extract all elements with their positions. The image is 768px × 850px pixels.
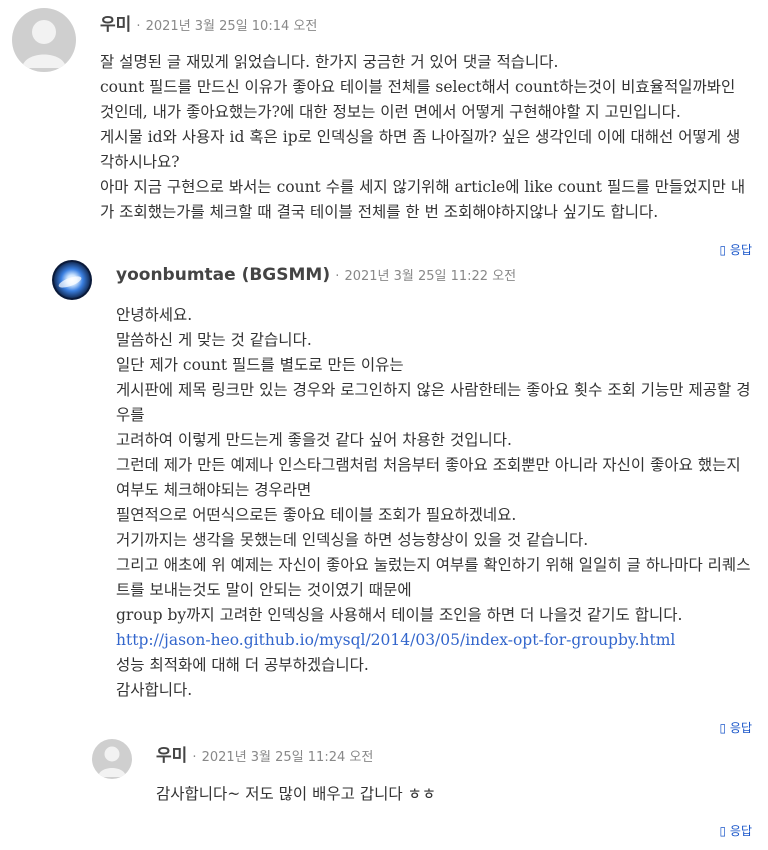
comment-paragraph: 말씀하신 게 맞는 것 같습니다. — [116, 331, 312, 349]
default-avatar-icon — [12, 8, 76, 72]
comment-body: 안녕하세요. 말씀하신 게 맞는 것 같습니다. 일단 제가 count 필드를… — [116, 303, 752, 703]
reply-icon: ▯ — [719, 824, 727, 838]
comment-paragraph: 감사합니다. — [116, 681, 193, 699]
comment-author[interactable]: yoonbumtae (BGSMM) — [116, 265, 330, 285]
comment-1: 우미 · 2021년 3월 25일 10:14 오전 잘 설명된 글 재밌게 읽… — [0, 0, 768, 260]
meta-separator: · — [192, 750, 197, 765]
reply-label: 응답 — [729, 824, 752, 838]
comment-paragraph: 게시물 id와 사용자 id 혹은 ip로 인덱싱을 하면 좀 나아질까? 싶은… — [100, 128, 741, 171]
comment-author[interactable]: 우미 — [156, 746, 187, 766]
reply-label: 응답 — [729, 721, 752, 735]
comment-body: 잘 설명된 글 재밌게 읽었습니다. 한가지 궁금한 거 있어 댓글 적습니다.… — [100, 50, 752, 225]
comment-meta: 우미 · 2021년 3월 25일 11:24 오전 — [156, 741, 373, 766]
reference-link[interactable]: http://jason-heo.github.io/mysql/2014/03… — [116, 631, 675, 649]
reply-button[interactable]: ▯ 응답 — [719, 822, 752, 839]
comment-date[interactable]: 2021년 3월 25일 11:24 오전 — [202, 750, 374, 765]
comment-paragraph: 그런데 제가 만든 예제나 인스타그램처럼 처음부터 좋아요 조회뿐만 아니라 … — [116, 456, 741, 499]
meta-separator: · — [335, 269, 340, 284]
reply-icon: ▯ — [719, 721, 727, 735]
comment-meta: 우미 · 2021년 3월 25일 10:14 오전 — [100, 10, 317, 35]
comment-body: 감사합니다~ 저도 많이 배우고 갑니다 ㅎㅎ — [156, 782, 752, 807]
comment-author[interactable]: 우미 — [100, 15, 131, 35]
author-avatar-icon — [52, 260, 92, 300]
comment-paragraph: 거기까지는 생각을 못했는데 인덱싱을 하면 성능향상이 있을 것 같습니다. — [116, 531, 589, 549]
comment-date[interactable]: 2021년 3월 25일 10:14 오전 — [146, 19, 318, 34]
comment-paragraph: group by까지 고려한 인덱싱을 사용해서 테이블 조인을 하면 더 나을… — [116, 606, 683, 624]
comment-paragraph: 성능 최적화에 대해 더 공부하겠습니다. — [116, 656, 369, 674]
comment-paragraph: 게시판에 제목 링크만 있는 경우와 로그인하지 않은 사람한테는 좋아요 횟수… — [116, 381, 751, 424]
comment-paragraph: 고려하여 이렇게 만드는게 좋을것 같다 싶어 차용한 것입니다. — [116, 431, 512, 449]
comment-paragraph: 아마 지금 구현으로 봐서는 count 수를 세지 않기위해 article에… — [100, 178, 746, 221]
comment-paragraph: 일단 제가 count 필드를 별도로 만든 이유는 — [116, 356, 404, 374]
comment-paragraph: 그리고 애초에 위 예제는 자신이 좋아요 눌렀는지 여부를 확인하기 위해 일… — [116, 556, 751, 599]
meta-separator: · — [136, 19, 141, 34]
comment-paragraph: 잘 설명된 글 재밌게 읽었습니다. 한가지 궁금한 거 있어 댓글 적습니다. — [100, 53, 559, 71]
comment-3: 우미 · 2021년 3월 25일 11:24 오전 감사합니다~ 저도 많이 … — [0, 735, 768, 850]
reply-button[interactable]: ▯ 응답 — [719, 719, 752, 736]
comment-date[interactable]: 2021년 3월 25일 11:22 오전 — [344, 269, 516, 284]
comment-meta: yoonbumtae (BGSMM) · 2021년 3월 25일 11:22 … — [116, 265, 516, 285]
comment-paragraph: 감사합니다~ 저도 많이 배우고 갑니다 ㅎㅎ — [156, 785, 437, 803]
comment-paragraph: count 필드를 만드신 이유가 좋아요 테이블 전체를 select해서 c… — [100, 78, 736, 121]
comment-paragraph: 필연적으로 어떤식으로든 좋아요 테이블 조회가 필요하겠네요. — [116, 506, 517, 524]
comment-2: yoonbumtae (BGSMM) · 2021년 3월 25일 11:22 … — [0, 255, 768, 735]
default-avatar-icon — [92, 739, 132, 779]
comment-paragraph: 안녕하세요. — [116, 306, 193, 324]
